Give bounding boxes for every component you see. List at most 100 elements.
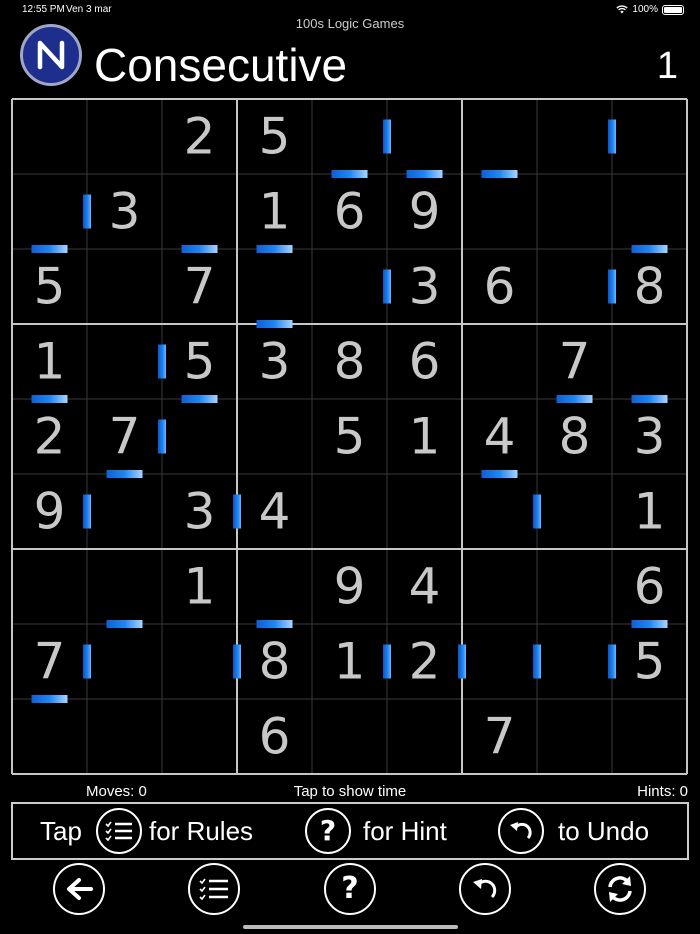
list-check-icon [199, 878, 228, 901]
consecutive-bar [631, 395, 668, 403]
undo-button[interactable] [459, 863, 511, 915]
grid-cell[interactable] [313, 700, 386, 773]
consecutive-bar [406, 170, 443, 178]
help-rules-label: for Rules [149, 816, 254, 846]
grid-cell[interactable] [538, 700, 611, 773]
help-hint-label: for Hint [363, 816, 447, 846]
consecutive-bar [256, 620, 293, 628]
grid-cell[interactable] [538, 250, 611, 323]
grid-cell[interactable] [388, 100, 461, 173]
grid-cell[interactable] [538, 625, 611, 698]
cell-digit: 2 [184, 108, 216, 166]
cell-digit: 1 [334, 633, 366, 691]
grid-cell[interactable] [463, 175, 536, 248]
grid-cell[interactable] [388, 475, 461, 548]
consecutive-bar [31, 695, 68, 703]
grid-cell[interactable] [538, 550, 611, 623]
grid-cell[interactable] [238, 400, 311, 473]
consecutive-bar [256, 245, 293, 253]
puzzle-grid[interactable]: 2 53 1 6 95 7 3 6 81 5 3 8 6 72 7 5 1 4 8 39 3 4 11 9 4 67 8 1 2 56 7 [0, 0, 700, 780]
cell-digit: 2 [34, 408, 66, 466]
grid-cell[interactable] [463, 550, 536, 623]
grid-cell[interactable] [88, 700, 161, 773]
grid-cell[interactable] [463, 100, 536, 173]
cell-digit: 3 [634, 408, 666, 466]
grid-cell[interactable] [313, 100, 386, 173]
question-icon: ? [341, 871, 359, 906]
grid-cell[interactable] [463, 625, 536, 698]
cell-digit: 8 [334, 333, 366, 391]
grid-cell[interactable] [238, 250, 311, 323]
cell-digit: 3 [109, 183, 141, 241]
consecutive-bar [533, 494, 541, 529]
grid-cell[interactable] [613, 700, 686, 773]
rules-button[interactable] [188, 863, 240, 915]
cell-digit: 7 [559, 333, 591, 391]
cell-digit: 4 [409, 558, 441, 616]
cell-digit: 5 [334, 408, 366, 466]
consecutive-bar [106, 470, 143, 478]
cell-digit: 5 [634, 633, 666, 691]
question-icon: ? [305, 808, 351, 854]
undo-icon [473, 879, 497, 899]
consecutive-bar [31, 245, 68, 253]
show-time-toggle[interactable]: Tap to show time [0, 783, 700, 800]
grid-cell[interactable] [463, 325, 536, 398]
cell-digit: 6 [634, 558, 666, 616]
grid-cell[interactable] [538, 100, 611, 173]
cell-digit: 1 [259, 183, 291, 241]
grid-cell[interactable] [163, 700, 236, 773]
grid-cell[interactable] [88, 325, 161, 398]
grid-cell[interactable] [163, 175, 236, 248]
cell-digit: 3 [409, 258, 441, 316]
consecutive-bar [533, 644, 541, 679]
consecutive-bar [383, 269, 391, 304]
grid-cell[interactable] [13, 700, 86, 773]
grid-cell[interactable] [163, 400, 236, 473]
grid-cell[interactable] [463, 475, 536, 548]
consecutive-bar [181, 395, 218, 403]
cell-digit: 4 [484, 408, 516, 466]
consecutive-bar [631, 245, 668, 253]
consecutive-bar [556, 395, 593, 403]
grid-cell[interactable] [163, 625, 236, 698]
grid-cell[interactable] [313, 475, 386, 548]
cell-digit: 3 [259, 333, 291, 391]
grid-cell[interactable] [613, 175, 686, 248]
grid-cell[interactable] [613, 325, 686, 398]
consecutive-bar [106, 620, 143, 628]
grid-cell[interactable] [88, 100, 161, 173]
grid-cell[interactable] [538, 175, 611, 248]
consecutive-bar [608, 644, 616, 679]
back-button[interactable] [53, 863, 105, 915]
grid-cell[interactable] [13, 550, 86, 623]
grid-cell[interactable] [313, 250, 386, 323]
help-undo-label: to Undo [558, 816, 650, 846]
consecutive-bar [631, 620, 668, 628]
restart-button[interactable] [594, 863, 646, 915]
consecutive-bar [83, 494, 91, 529]
grid-cell[interactable] [88, 475, 161, 548]
cell-digit: 4 [259, 483, 291, 541]
cell-digit: 1 [184, 558, 216, 616]
consecutive-bar [158, 344, 166, 379]
undo-icon [498, 808, 544, 854]
grid-cell[interactable] [613, 100, 686, 173]
cell-digit: 6 [484, 258, 516, 316]
grid-cell[interactable] [88, 550, 161, 623]
consecutive-bar [158, 419, 166, 454]
grid-cell[interactable] [13, 175, 86, 248]
consecutive-bar [481, 170, 518, 178]
cell-digit: 9 [34, 483, 66, 541]
cell-digit: 8 [259, 633, 291, 691]
grid-cell[interactable] [538, 475, 611, 548]
grid-cell[interactable] [388, 700, 461, 773]
grid-cell[interactable] [13, 100, 86, 173]
grid-cell[interactable] [88, 625, 161, 698]
cell-digit: 7 [34, 633, 66, 691]
hint-button[interactable]: ? [324, 863, 376, 915]
grid-cell[interactable] [238, 550, 311, 623]
cell-digit: 5 [259, 108, 291, 166]
grid-cell[interactable] [88, 250, 161, 323]
cell-digit: 8 [559, 408, 591, 466]
